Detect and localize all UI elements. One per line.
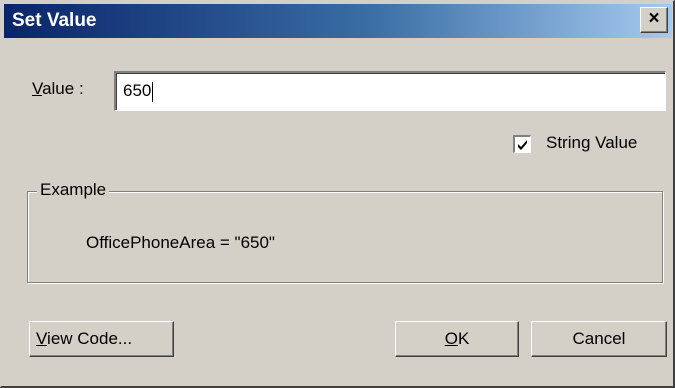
example-legend: Example — [37, 180, 110, 200]
value-input-text: 650 — [123, 81, 152, 100]
cancel-button[interactable]: Cancel — [531, 321, 667, 357]
set-value-dialog: Set Value × Value : 650 String Value Exa… — [0, 0, 675, 388]
value-label: Value : — [32, 79, 84, 98]
close-icon: × — [648, 8, 660, 29]
text-caret — [152, 81, 154, 102]
dialog-title: Set Value — [12, 10, 97, 31]
string-value-checkbox[interactable] — [513, 135, 531, 153]
close-button[interactable]: × — [640, 7, 668, 33]
view-code-button[interactable]: View Code... — [29, 321, 174, 357]
string-value-label[interactable]: String Value — [546, 133, 637, 153]
checkmark-icon — [518, 140, 527, 150]
title-bar[interactable]: Set Value × — [4, 4, 672, 38]
example-text: OfficePhoneArea = "650" — [86, 233, 275, 252]
ok-button[interactable]: OK — [395, 321, 519, 357]
value-input[interactable]: 650 — [114, 71, 666, 111]
